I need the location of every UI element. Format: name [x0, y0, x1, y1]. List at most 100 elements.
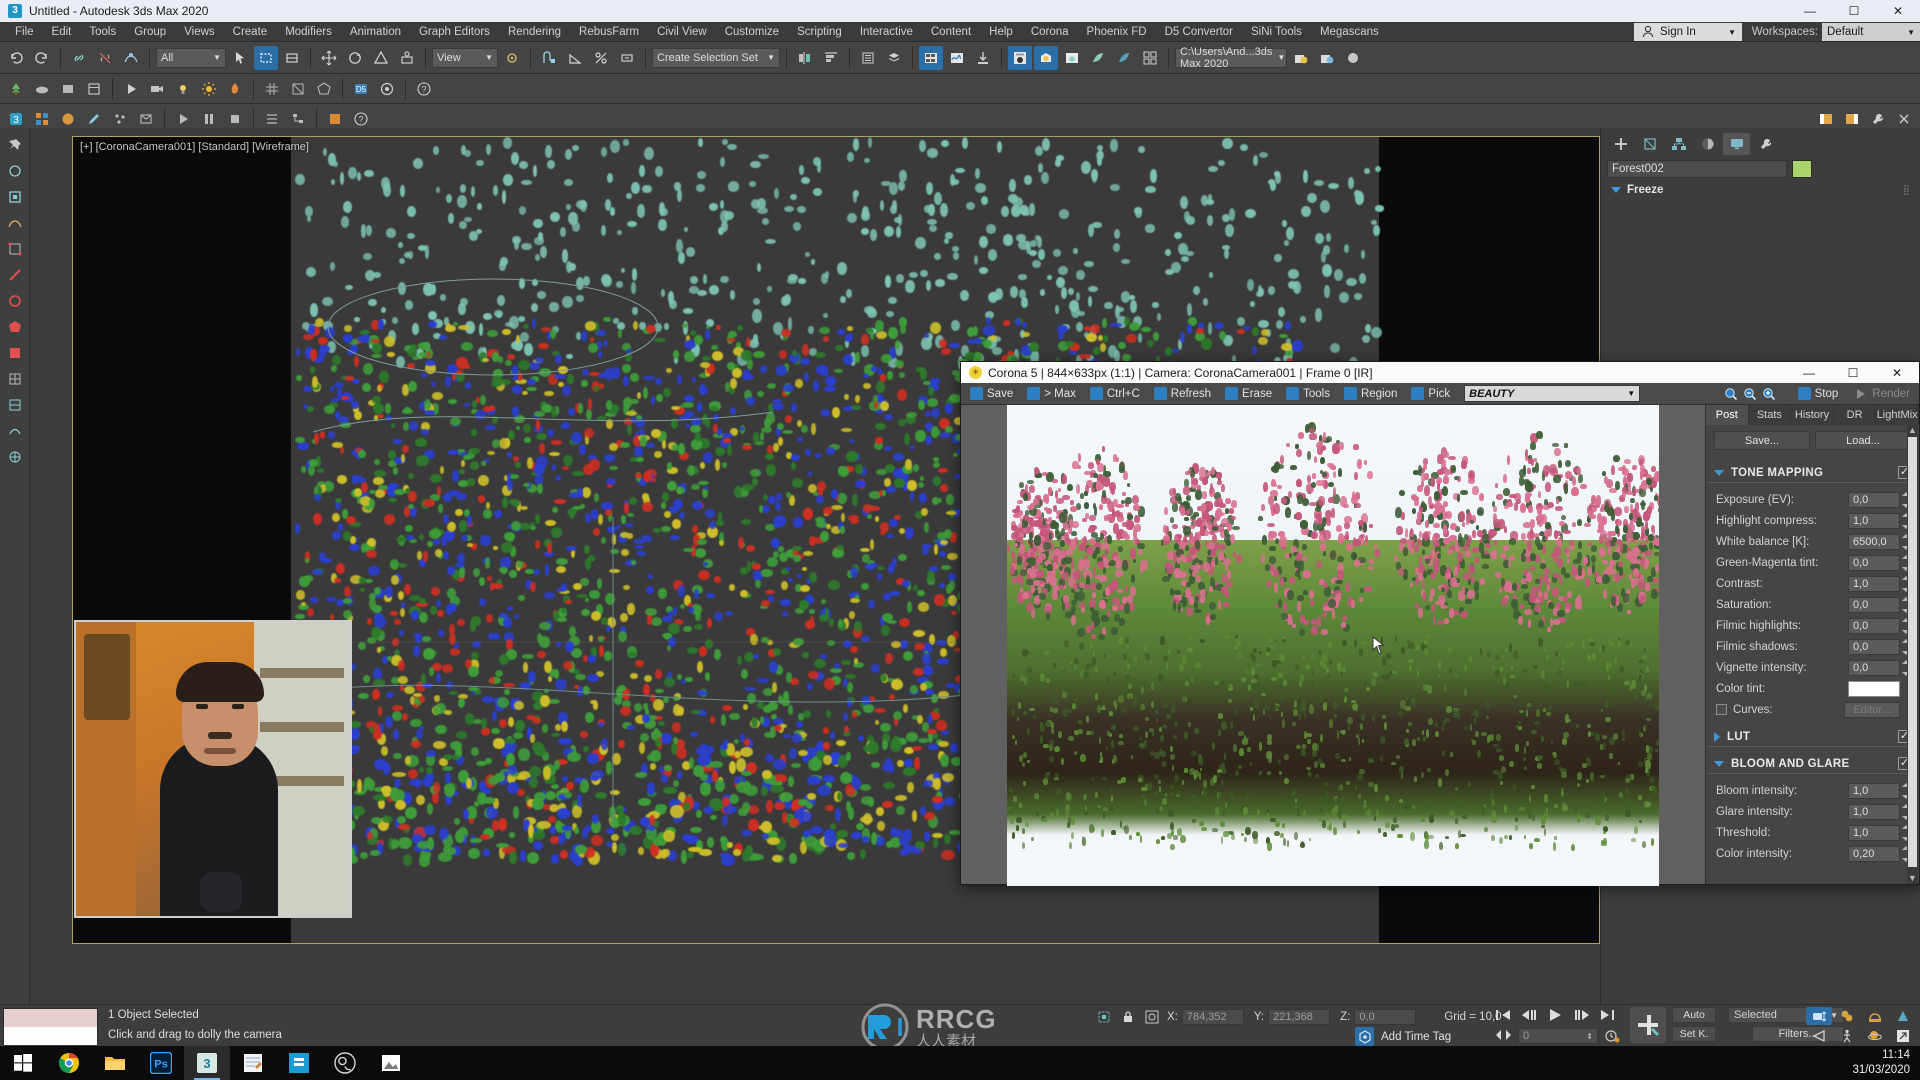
menu-item-scripting[interactable]: Scripting: [788, 22, 851, 42]
uv-icon[interactable]: [4, 394, 26, 416]
zoom-fit-icon[interactable]: [1723, 385, 1740, 402]
edge-icon[interactable]: [4, 264, 26, 286]
sign-in-button[interactable]: Sign In ▼: [1634, 23, 1742, 41]
project-path-select[interactable]: C:\Users\And...3ds Max 2020 ▼: [1175, 46, 1287, 70]
corona-vfb-button[interactable]: [1315, 46, 1339, 70]
modifier-icon[interactable]: [4, 420, 26, 442]
snap-toggle-button[interactable]: [537, 46, 561, 70]
align-button[interactable]: [819, 46, 843, 70]
rendered-frame-window-button[interactable]: [1060, 46, 1084, 70]
pin-icon[interactable]: [4, 134, 26, 156]
sini-cloud-icon[interactable]: [30, 77, 54, 101]
corona-pick-button[interactable]: Pick: [1405, 385, 1456, 403]
workspace-select[interactable]: Default ▼: [1822, 23, 1920, 41]
proxy-tool-icon[interactable]: [134, 107, 158, 131]
maximize-button[interactable]: ☐: [1832, 0, 1876, 22]
menu-item-graph-editors[interactable]: Graph Editors: [410, 22, 499, 42]
select-similar-icon[interactable]: [4, 160, 26, 182]
unlink-button[interactable]: [93, 46, 117, 70]
max-app-icon[interactable]: 3: [4, 107, 28, 131]
corona-material-button[interactable]: [1341, 46, 1365, 70]
render-setup-button[interactable]: [1034, 45, 1058, 70]
corona-close-button[interactable]: ✕: [1875, 362, 1919, 383]
polygon-icon[interactable]: [4, 316, 26, 338]
tree-view-icon[interactable]: [286, 107, 310, 131]
content-browser-button[interactable]: [971, 46, 995, 70]
corona-render-window[interactable]: ☀ Corona 5 | 844×633px (1:1) | Camera: C…: [960, 361, 1920, 886]
corona-minimize-button[interactable]: —: [1787, 362, 1831, 383]
angle-snap-button[interactable]: [563, 46, 587, 70]
render-production-button[interactable]: [1086, 46, 1110, 70]
percent-snap-button[interactable]: [589, 46, 613, 70]
scatter-tool-icon[interactable]: [108, 107, 132, 131]
info-icon[interactable]: ?: [349, 107, 373, 131]
vertex-icon[interactable]: [4, 238, 26, 260]
window-crossing-button[interactable]: [280, 46, 304, 70]
selection-filter-select[interactable]: All ▼: [156, 47, 226, 68]
corona-region-button[interactable]: Region: [1338, 385, 1403, 403]
spinner-snap-button[interactable]: [615, 46, 639, 70]
sphere-tool-icon[interactable]: [56, 107, 80, 131]
corona-render-button[interactable]: [1289, 46, 1313, 70]
grid-toggle-icon[interactable]: [260, 77, 284, 101]
select-rotate-button[interactable]: [343, 46, 367, 70]
menu-item-customize[interactable]: Customize: [716, 22, 788, 42]
menu-item-sini-tools[interactable]: SiNi Tools: [1242, 22, 1311, 42]
sini-panel-icon[interactable]: [82, 77, 106, 101]
pivot-center-button[interactable]: [500, 46, 524, 70]
paint-tool-icon[interactable]: [82, 107, 106, 131]
material-editor-button[interactable]: [1008, 45, 1032, 70]
sini-box-icon[interactable]: [56, 77, 80, 101]
render-sun-icon[interactable]: [197, 77, 221, 101]
menu-item-megascans[interactable]: Megascans: [1311, 22, 1388, 42]
menu-item-tools[interactable]: Tools: [80, 22, 125, 42]
close-toolbar-icon[interactable]: [1892, 107, 1916, 131]
xform-icon[interactable]: [286, 77, 310, 101]
redo-button[interactable]: [30, 46, 54, 70]
menu-item-edit[interactable]: Edit: [43, 22, 81, 42]
select-link-button[interactable]: [67, 46, 91, 70]
selection-set-input[interactable]: Create Selection Set ▼: [652, 47, 780, 68]
subdivide-icon[interactable]: [4, 368, 26, 390]
wrench-settings-icon[interactable]: [1866, 107, 1890, 131]
pause-anim-icon[interactable]: [197, 107, 221, 131]
menu-item-animation[interactable]: Animation: [341, 22, 410, 42]
zoom-out-icon[interactable]: [1742, 385, 1759, 402]
close-button[interactable]: ✕: [1876, 0, 1920, 22]
panel-dock-right-icon[interactable]: [1840, 107, 1864, 131]
curve-editor-button[interactable]: [919, 45, 943, 70]
megascans-icon[interactable]: [375, 77, 399, 101]
menu-item-content[interactable]: Content: [922, 22, 980, 42]
mirror-button[interactable]: [793, 46, 817, 70]
placement-button[interactable]: [395, 46, 419, 70]
render-active-shade-button[interactable]: [1138, 46, 1162, 70]
corona-save-button[interactable]: Save: [964, 385, 1019, 403]
menu-item-interactive[interactable]: Interactive: [851, 22, 922, 42]
menu-item-group[interactable]: Group: [125, 22, 175, 42]
zoom-in-icon[interactable]: [1761, 385, 1778, 402]
phoenix-icon[interactable]: [223, 77, 247, 101]
menu-item-modifiers[interactable]: Modifiers: [276, 22, 341, 42]
menu-item-file[interactable]: File: [6, 22, 43, 42]
select-region-button[interactable]: [254, 45, 278, 70]
corona-render-area[interactable]: [961, 405, 1705, 886]
poly-icon[interactable]: [312, 77, 336, 101]
panel-dock-left-icon[interactable]: [1814, 107, 1838, 131]
corona-refresh-button[interactable]: Refresh: [1148, 385, 1217, 403]
menu-item-corona[interactable]: Corona: [1022, 22, 1078, 42]
stop-anim-icon[interactable]: [223, 107, 247, 131]
corona--max-button[interactable]: > Max: [1021, 385, 1082, 403]
render-iterative-button[interactable]: [1112, 46, 1136, 70]
schematic-view-button[interactable]: [945, 46, 969, 70]
stop-render-button[interactable]: Stop: [1792, 385, 1845, 403]
menu-item-rendering[interactable]: Rendering: [499, 22, 570, 42]
select-object-button[interactable]: [228, 46, 252, 70]
menu-item-views[interactable]: Views: [175, 22, 223, 42]
layer-manager-button[interactable]: [882, 46, 906, 70]
reference-coordinate-select[interactable]: View ▼: [432, 47, 498, 68]
border-icon[interactable]: [4, 290, 26, 312]
cam-icon[interactable]: [145, 77, 169, 101]
d5-export-icon[interactable]: D5: [349, 77, 373, 101]
corona-erase-button[interactable]: Erase: [1219, 385, 1278, 403]
menu-item-create[interactable]: Create: [224, 22, 277, 42]
